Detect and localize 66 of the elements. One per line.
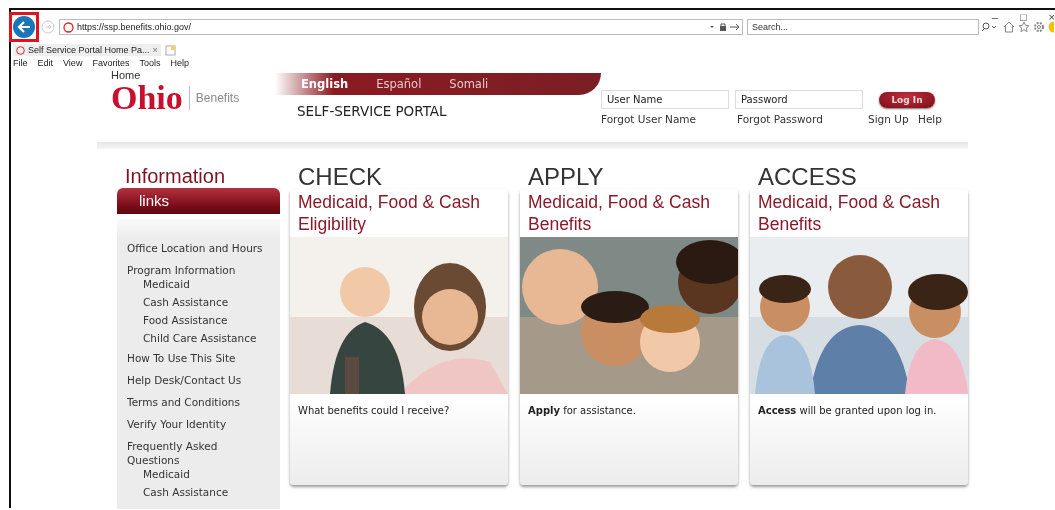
header-link[interactable]: Forgot User Name: [601, 113, 696, 125]
card-heading: CHECK: [297, 165, 383, 189]
menu-item[interactable]: Tools: [139, 58, 161, 68]
highlight-frame: [9, 12, 39, 42]
sidebar-sublink[interactable]: Child Care Assistance: [143, 331, 280, 345]
sidebar-link[interactable]: How To Use This Site: [127, 351, 280, 365]
language-link[interactable]: Somali: [449, 77, 489, 91]
sidebar-link[interactable]: Office Location and Hours: [127, 241, 280, 255]
card-text: Access will be granted upon log in.: [757, 404, 938, 417]
sidebar-header: links: [117, 188, 280, 214]
promo-card[interactable]: Medicaid, Food & Cash Benefits Access will be granted upon log in.: [750, 189, 968, 485]
home-icon[interactable]: [1003, 21, 1015, 33]
language-link[interactable]: English: [301, 77, 349, 91]
card-subtitle: Medicaid, Food & Cash Benefits: [527, 191, 711, 236]
card-text: What benefits could I receive?: [297, 404, 451, 417]
portal-title: SELF-SERVICE PORTAL: [297, 103, 448, 119]
menu-item[interactable]: Edit: [37, 58, 54, 68]
site-icon: [63, 21, 74, 33]
sidebar-link[interactable]: Verify Your Identity: [127, 417, 280, 431]
menu-item[interactable]: Favorites: [92, 58, 130, 68]
card-subtitle: Medicaid, Food & Cash Eligibility: [297, 191, 481, 236]
sidebar-sublink[interactable]: Cash Assistance: [143, 485, 280, 499]
menu-item[interactable]: File: [13, 58, 28, 68]
sidebar-sublink[interactable]: Food Assistance: [143, 313, 280, 327]
close-button[interactable]: ×: [1048, 11, 1055, 23]
header-link[interactable]: Help: [918, 113, 942, 125]
promo-card[interactable]: Medicaid, Food & Cash Benefits Apply for assistance.: [520, 189, 738, 485]
star-icon[interactable]: [1018, 21, 1030, 33]
search-icon: [981, 22, 997, 32]
username-field[interactable]: User Name: [601, 90, 729, 109]
lock-arrow-icon[interactable]: [708, 22, 742, 32]
sidebar-title: Information: [124, 165, 227, 187]
browser-tab[interactable]: Self Service Portal Home Pa... ×: [13, 44, 161, 56]
sidebar-sublink[interactable]: Cash Assistance: [143, 295, 280, 309]
maximize-button[interactable]: □: [1019, 11, 1027, 23]
tab-title: Self Service Portal Home Pa...: [28, 45, 150, 55]
promo-card[interactable]: Medicaid, Food & Cash Eligibility What benefits could I receive?: [290, 189, 508, 485]
minimize-button[interactable]: –: [991, 11, 998, 23]
settings-icon[interactable]: [1033, 21, 1045, 33]
card-heading: ACCESS: [757, 165, 858, 189]
header-link[interactable]: Sign Up: [868, 113, 909, 125]
tab-close-button[interactable]: ×: [152, 45, 158, 55]
sidebar-link[interactable]: Program Information: [127, 263, 280, 277]
address-bar[interactable]: https://ssp.benefits.ohio.gov/: [59, 19, 743, 35]
search-field[interactable]: Search...: [747, 19, 979, 35]
home-link[interactable]: Home: [111, 70, 275, 81]
password-field[interactable]: Password: [735, 90, 863, 109]
language-link[interactable]: Español: [376, 77, 422, 91]
header-link[interactable]: Forgot Password: [737, 113, 823, 125]
card-subtitle: Medicaid, Food & Cash Benefits: [757, 191, 941, 236]
sidebar-link[interactable]: Terms and Conditions: [127, 395, 280, 409]
logo-word[interactable]: Ohio: [111, 81, 183, 115]
logo-tagline: Benefits: [188, 86, 240, 110]
sidebar-sublink[interactable]: Medicaid: [143, 467, 280, 481]
card-text: Apply for assistance.: [527, 404, 637, 417]
url-text: https://ssp.benefits.ohio.gov/: [77, 22, 193, 32]
card-heading: APPLY: [527, 165, 605, 189]
back-button[interactable]: [13, 16, 35, 38]
menu-item[interactable]: Help: [170, 58, 189, 68]
sidebar-link[interactable]: Help Desk/Contact Us: [127, 373, 280, 387]
site-icon: [16, 45, 25, 55]
back-arrow-icon: [17, 21, 31, 33]
sidebar-link[interactable]: Frequently Asked Questions: [127, 439, 247, 467]
sidebar-sublink[interactable]: Medicaid: [143, 277, 280, 291]
menu-item[interactable]: View: [63, 58, 83, 68]
login-button[interactable]: Log In: [879, 91, 935, 108]
